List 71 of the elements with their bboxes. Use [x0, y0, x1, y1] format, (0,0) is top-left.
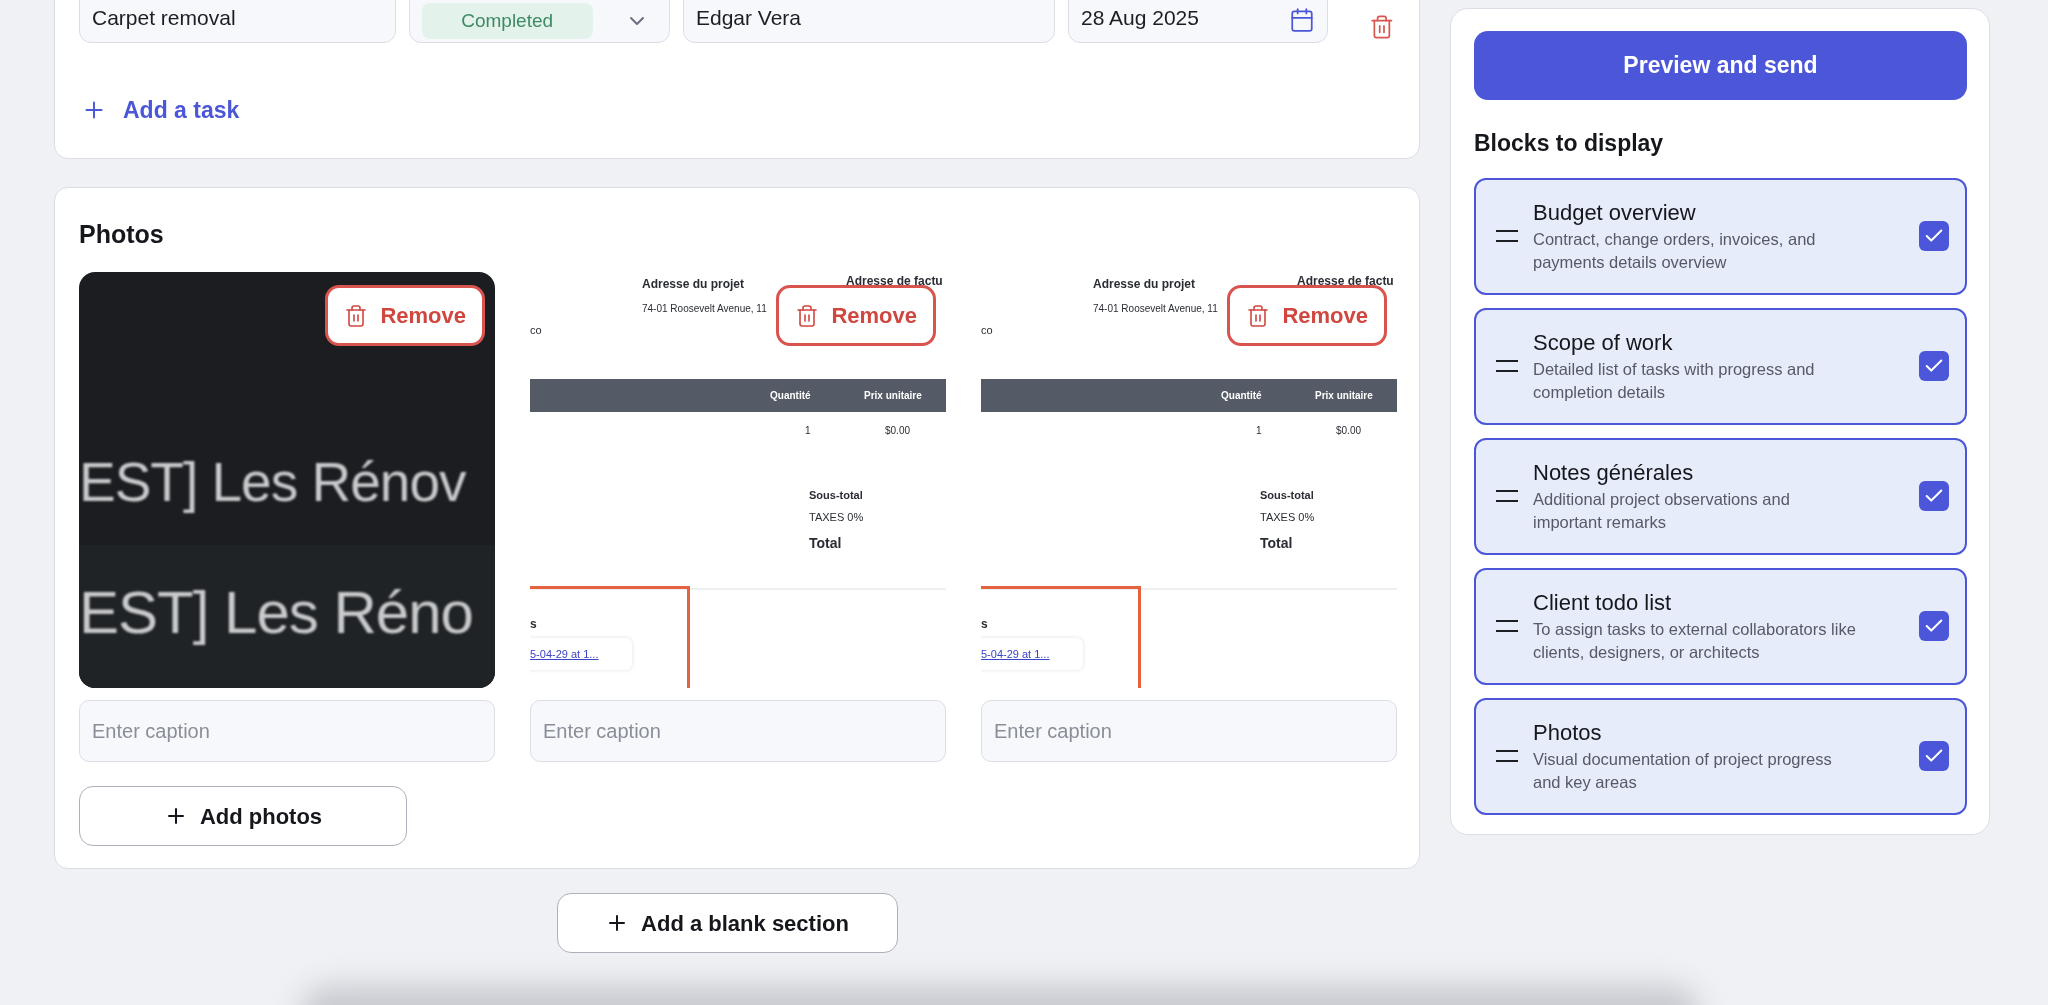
preview-send-button[interactable]: Preview and send: [1474, 31, 1967, 100]
screenshot-text: s: [530, 616, 537, 633]
block-title: Notes générales: [1533, 459, 1695, 487]
task-name-field[interactable]: Carpet removal: [79, 0, 396, 43]
calendar-icon: [1289, 7, 1316, 33]
screenshot-text: Total: [809, 534, 842, 553]
screenshot-text: Quantité: [770, 389, 811, 403]
block-checkbox[interactable]: [1919, 221, 1949, 251]
screenshot-text: Adresse du projet: [1093, 276, 1196, 293]
block-title: Scope of work: [1533, 329, 1674, 357]
screenshot-text: TAXES 0%: [1260, 510, 1315, 525]
block-checkbox[interactable]: [1919, 481, 1949, 511]
block-item[interactable]: Notes générales Additional project observations and important remarks: [1474, 437, 1967, 555]
block-description: To assign tasks to external collaborators like clients, designers, or architects: [1533, 619, 1857, 663]
screenshot-text: Prix unitaire: [1315, 389, 1373, 403]
screenshot-text: 1: [805, 424, 811, 438]
block-item[interactable]: Budget overview Contract, change orders, invoices, and payments details overview: [1474, 177, 1967, 295]
block-title: Client todo list: [1533, 589, 1673, 617]
block-checkbox[interactable]: [1919, 351, 1949, 381]
drag-handle-icon: [1496, 750, 1518, 762]
screenshot-text: 1: [1256, 424, 1262, 438]
caption-field[interactable]: Enter caption: [530, 700, 946, 762]
caption-field[interactable]: Enter caption: [981, 700, 1397, 762]
block-item[interactable]: Scope of work Detailed list of tasks with progress and completion details: [1474, 307, 1967, 425]
screenshot-text: $0.00: [1336, 424, 1362, 438]
status-tag: Completed: [421, 2, 593, 39]
block-item[interactable]: Photos Visual documentation of project progress and key areas: [1474, 697, 1967, 815]
remove-button[interactable]: Remove: [325, 285, 485, 346]
screenshot-text: Total: [1260, 534, 1293, 553]
trash-icon[interactable]: [1369, 14, 1395, 40]
remove-button[interactable]: Remove: [776, 285, 936, 346]
block-checkbox[interactable]: [1919, 611, 1949, 641]
screenshot-text: co: [530, 323, 542, 338]
date-text: 28 Aug 2025: [1081, 4, 1199, 31]
blocks-heading: Blocks to display: [1474, 129, 1665, 158]
screenshot-text: EST] Les Réno: [79, 583, 473, 643]
screenshot-text: Adresse du projet: [642, 276, 745, 293]
block-description: Additional project observations and important remarks: [1533, 489, 1791, 533]
screenshot-text: Quantité: [1221, 389, 1262, 403]
add-photos-button[interactable]: Add photos: [79, 786, 407, 846]
block-item[interactable]: Client todo list To assign tasks to external collaborators like clients, designers, or architects: [1474, 567, 1967, 685]
trash-icon: [1246, 303, 1271, 328]
screenshot-text: s: [981, 616, 988, 633]
block-description: Visual documentation of project progress and key areas: [1533, 749, 1833, 793]
trash-icon: [795, 303, 820, 328]
section-title: Photos: [79, 218, 165, 250]
screenshot-text: Sous-total: [1260, 488, 1314, 503]
screenshot-text: $0.00: [885, 424, 911, 438]
add-section-button[interactable]: Add a blank section: [556, 893, 898, 953]
drag-handle-icon: [1496, 230, 1518, 242]
screenshot-text: 74-01 Roosevelt Avenue, 11: [1093, 302, 1218, 316]
drag-handle-icon: [1496, 620, 1518, 632]
due-date-field[interactable]: 28 Aug 2025: [1068, 0, 1329, 43]
assignee-field[interactable]: Edgar Vera: [682, 0, 1055, 43]
block-checkbox[interactable]: [1919, 741, 1949, 771]
block-description: Detailed list of tasks with progress and completion details: [1533, 359, 1816, 403]
status-select[interactable]: Completed: [408, 0, 670, 43]
screenshot-text: TAXES 0%: [809, 510, 864, 525]
add-task-button[interactable]: Add a task: [81, 93, 240, 128]
drag-handle-icon: [1496, 360, 1518, 372]
block-title: Budget overview: [1533, 199, 1697, 227]
block-description: Contract, change orders, invoices, and payments details overview: [1533, 229, 1817, 273]
trash-icon: [344, 303, 369, 328]
screenshot-text: Sous-total: [809, 488, 863, 503]
remove-button[interactable]: Remove: [1227, 285, 1387, 346]
drag-handle-icon: [1496, 490, 1518, 502]
screenshot-text: 74-01 Roosevelt Avenue, 11: [642, 302, 767, 316]
screenshot-text: co: [981, 323, 993, 338]
caption-field[interactable]: Enter caption: [79, 700, 495, 762]
screenshot-text: Prix unitaire: [864, 389, 922, 403]
block-title: Photos: [1533, 719, 1603, 747]
